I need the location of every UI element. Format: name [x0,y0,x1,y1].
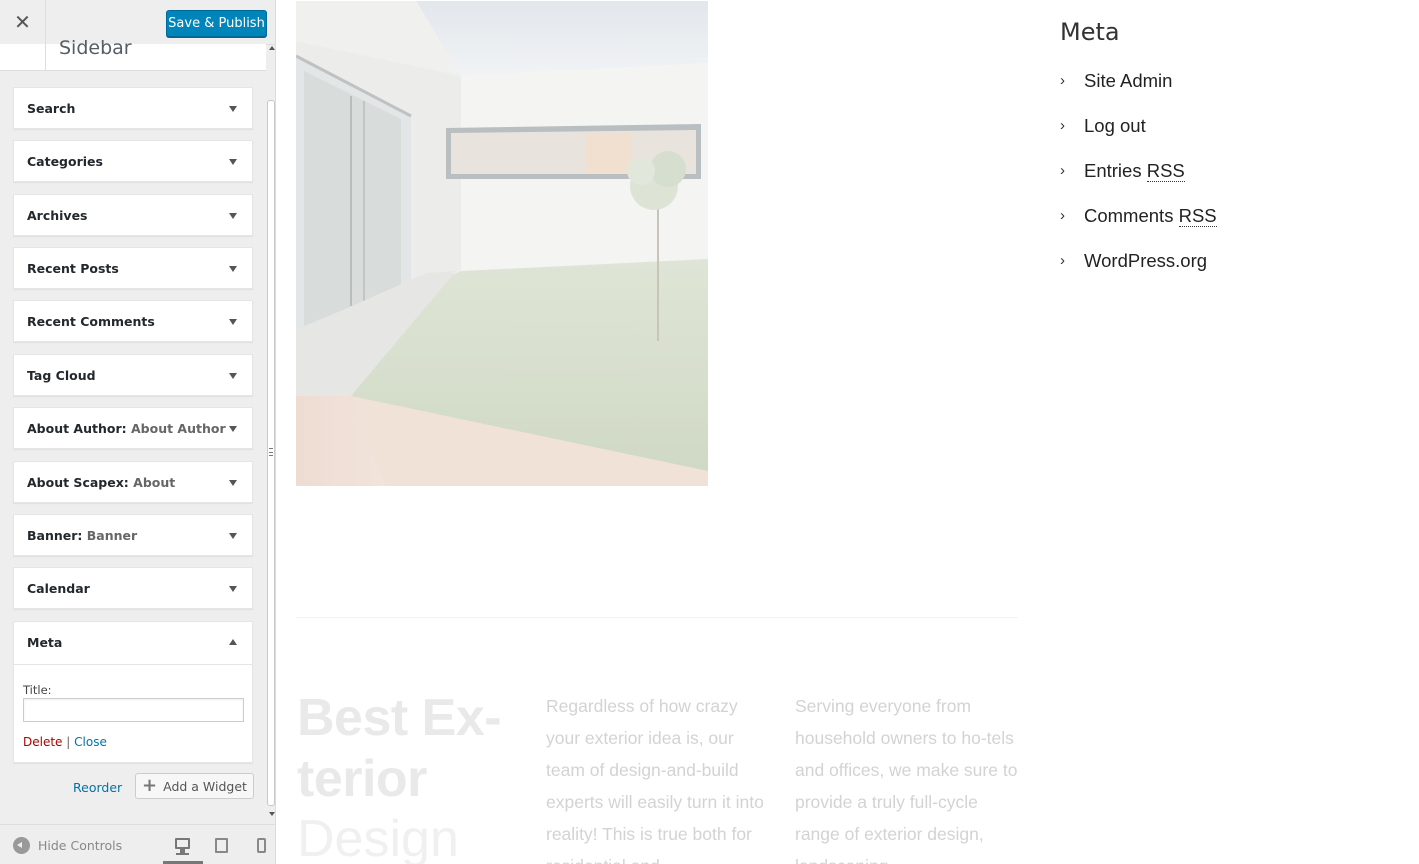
widget-title: Search [27,101,76,116]
widget-title: Banner: [27,528,83,543]
desktop-preview-icon[interactable] [163,833,203,864]
widget-actions: Delete | Close [23,735,107,749]
widget-meta[interactable]: Meta Title: Delete | Close [13,621,253,763]
site-preview: Meta › Site Admin › Log out › Entries RS… [277,0,1419,864]
resize-grip-icon[interactable] [269,448,273,456]
customizer-panel: ✕ Save & Publish Sidebar Search Categori… [0,0,276,864]
scroll-down-icon[interactable] [269,812,275,816]
widget-subtitle: About [133,475,176,490]
expand-arrow-icon[interactable] [229,159,237,165]
scroll-up-icon[interactable] [269,46,275,50]
widget-title: Recent Comments [27,314,155,329]
chevron-right-icon: › [1060,162,1065,179]
widget-title: Archives [27,208,88,223]
meta-link-label[interactable]: Log out [1084,115,1146,137]
add-widget-button[interactable]: + Add a Widget [135,773,254,799]
expand-arrow-icon[interactable] [229,533,237,539]
customizer-header: ✕ Save & Publish [0,0,275,45]
widget-banner[interactable]: Banner: Banner [13,514,253,556]
section-divider [296,617,1018,618]
delete-link[interactable]: Delete [23,735,62,749]
widget-recent-comments[interactable]: Recent Comments [13,300,253,342]
plus-icon: + [142,775,158,796]
title-field-label: Title: [23,683,52,697]
expand-arrow-icon[interactable] [229,213,237,219]
meta-link-entries-rss[interactable]: › Entries RSS [1060,160,1217,205]
rss-abbr: RSS [1178,205,1217,227]
widget-title: Recent Posts [27,261,119,276]
expand-arrow-icon[interactable] [229,319,237,325]
widget-title: Categories [27,154,103,169]
close-link[interactable]: Close [74,735,107,749]
meta-link-log-out[interactable]: › Log out [1060,115,1217,160]
widget-title: Calendar [27,581,90,596]
widget-recent-posts[interactable]: Recent Posts [13,247,253,289]
widget-subtitle: About Author [131,421,226,436]
chevron-right-icon: › [1060,252,1065,269]
save-publish-button[interactable]: Save & Publish [166,10,267,37]
widget-tag-cloud[interactable]: Tag Cloud [13,354,253,396]
widget-search[interactable]: Search [13,87,253,129]
back-button[interactable] [0,44,46,71]
hide-controls-label: Hide Controls [38,838,123,853]
expand-arrow-icon[interactable] [229,586,237,592]
meta-link-site-admin[interactable]: › Site Admin [1060,70,1217,115]
courtyard-image [296,1,708,486]
feature-text-column-1: Regardless of how crazy your exterior id… [546,696,764,864]
expand-arrow-icon[interactable] [229,480,237,486]
widget-about-author[interactable]: About Author: About Author [13,407,253,449]
meta-widget-heading: Meta [1060,18,1120,46]
meta-link-label[interactable]: Entries RSS [1084,160,1185,182]
widget-title: Tag Cloud [27,368,96,383]
expand-arrow-icon[interactable] [229,266,237,272]
feature-text-column-2: Serving everyone from household owners t… [795,696,1018,864]
reorder-link[interactable]: Reorder [73,780,122,795]
widget-archives[interactable]: Archives [13,194,253,236]
widget-categories[interactable]: Categories [13,140,253,182]
rss-abbr: RSS [1146,160,1185,182]
chevron-right-icon: › [1060,72,1065,89]
meta-link-wordpress-org[interactable]: › WordPress.org [1060,250,1217,295]
expand-arrow-icon[interactable] [229,426,237,432]
add-widget-label: Add a Widget [163,778,247,794]
actions-separator: | [66,735,71,749]
widget-calendar[interactable]: Calendar [13,567,253,609]
tablet-preview-icon[interactable] [214,833,230,853]
meta-link-comments-rss[interactable]: › Comments RSS [1060,205,1217,250]
section-title-row: Sidebar [0,37,266,71]
close-icon[interactable]: ✕ [0,0,46,45]
chevron-right-icon: › [1060,117,1065,134]
widget-title: Meta [27,635,63,650]
widget-subtitle: Banner [86,528,138,543]
meta-links-list: › Site Admin › Log out › Entries RSS › C… [1060,70,1217,295]
meta-link-label[interactable]: WordPress.org [1084,250,1207,272]
collapse-sidebar-icon [13,837,30,854]
widget-about-scapex[interactable]: About Scapex: About [13,461,253,503]
customizer-footer: Hide Controls [0,824,275,864]
meta-link-label[interactable]: Site Admin [1084,70,1172,92]
meta-link-label[interactable]: Comments RSS [1084,205,1217,227]
feature-heading-light: Design [297,810,459,864]
chevron-right-icon: › [1060,207,1065,224]
expand-arrow-icon[interactable] [229,106,237,112]
hide-controls-button[interactable]: Hide Controls [13,837,122,854]
mobile-preview-icon[interactable] [255,833,267,853]
scrollbar[interactable] [266,58,275,810]
widget-title: About Scapex: [27,475,129,490]
collapse-arrow-icon[interactable] [229,639,237,645]
expand-arrow-icon[interactable] [229,373,237,379]
widget-title: About Author: [27,421,127,436]
feature-heading: Best Ex-terior Design [297,688,537,864]
title-field[interactable] [23,698,244,722]
feature-heading-bold: Best Ex-terior [297,689,502,808]
section-title: Sidebar [59,37,132,59]
widget-meta-form: Title: Delete | Close [14,664,252,762]
